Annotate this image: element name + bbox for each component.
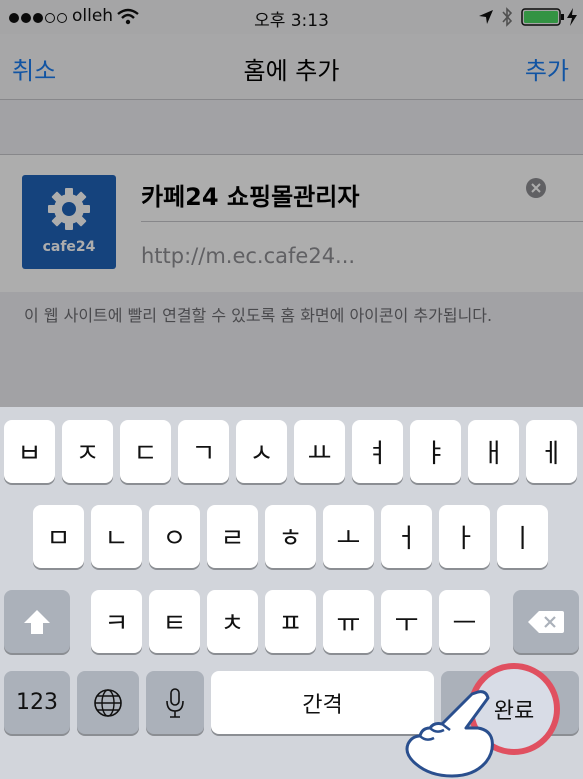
microphone-icon bbox=[166, 687, 184, 718]
backspace-key[interactable] bbox=[513, 590, 579, 653]
key[interactable]: ㄴ bbox=[91, 505, 142, 568]
key[interactable]: ㅡ bbox=[439, 590, 490, 653]
tap-hand-icon bbox=[405, 690, 494, 778]
dim-overlay bbox=[0, 0, 583, 407]
key[interactable]: ㅅ bbox=[236, 420, 287, 483]
dictation-key[interactable] bbox=[146, 671, 204, 734]
key[interactable]: ㅣ bbox=[497, 505, 548, 568]
shift-key[interactable] bbox=[4, 590, 70, 653]
key[interactable]: ㅑ bbox=[410, 420, 461, 483]
backspace-icon bbox=[528, 610, 564, 633]
globe-key[interactable] bbox=[77, 671, 139, 734]
key[interactable]: ㅍ bbox=[265, 590, 316, 653]
key[interactable]: ㅂ bbox=[4, 420, 55, 483]
key[interactable]: ㅌ bbox=[149, 590, 200, 653]
key[interactable]: ㅎ bbox=[265, 505, 316, 568]
key[interactable]: ㄹ bbox=[207, 505, 258, 568]
key[interactable]: ㅓ bbox=[381, 505, 432, 568]
key[interactable]: ㅕ bbox=[352, 420, 403, 483]
key[interactable]: ㅔ bbox=[526, 420, 577, 483]
key[interactable]: ㅈ bbox=[62, 420, 113, 483]
key[interactable]: ㅋ bbox=[91, 590, 142, 653]
key[interactable]: ㅛ bbox=[294, 420, 345, 483]
key[interactable]: ㅏ bbox=[439, 505, 490, 568]
shift-arrow-icon bbox=[24, 609, 50, 634]
key[interactable]: ㄷ bbox=[120, 420, 171, 483]
key[interactable]: ㅊ bbox=[207, 590, 258, 653]
key[interactable]: ㅗ bbox=[323, 505, 374, 568]
key[interactable]: ㅜ bbox=[381, 590, 432, 653]
key[interactable]: ㄱ bbox=[178, 420, 229, 483]
key[interactable]: ㅁ bbox=[33, 505, 84, 568]
key[interactable]: ㅠ bbox=[323, 590, 374, 653]
numbers-key[interactable]: 123 bbox=[4, 671, 70, 734]
key[interactable]: ㅇ bbox=[149, 505, 200, 568]
globe-icon bbox=[94, 688, 122, 717]
key[interactable]: ㅐ bbox=[468, 420, 519, 483]
